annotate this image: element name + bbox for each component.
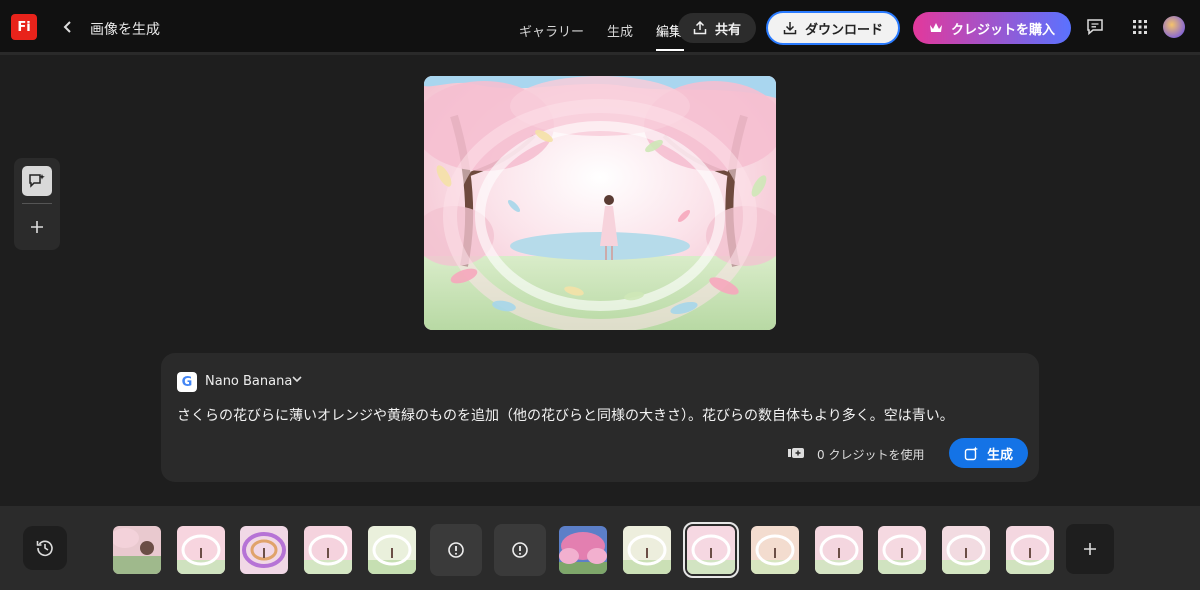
thumbnail-1[interactable] [113, 526, 161, 574]
feedback-button[interactable] [1084, 16, 1106, 38]
thumbnail-8-selected[interactable] [683, 522, 739, 578]
model-selector[interactable]: Nano Banana [205, 374, 292, 389]
thumbnail-10[interactable] [815, 526, 863, 574]
prompt-input[interactable]: さくらの花びらに薄いオレンジや黄緑のものを追加（他の花びらと同様の大きさ）。花び… [177, 405, 954, 425]
add-tool-button[interactable] [22, 212, 52, 242]
thumbnail-2[interactable] [177, 526, 225, 574]
thumbnail-5[interactable] [368, 526, 416, 574]
thumbnail-7[interactable] [623, 526, 671, 574]
top-bar: Fi 画像を生成 ギャラリー 生成 編集 共有 ダウンロード クレジットを購入 [0, 0, 1200, 55]
download-icon [783, 22, 797, 35]
upload-icon [693, 21, 707, 35]
apps-button[interactable] [1129, 16, 1151, 38]
side-tool-panel [14, 158, 60, 250]
thumbnail-6[interactable] [559, 526, 607, 574]
alert-circle-icon [448, 542, 464, 558]
buy-credits-button[interactable]: クレジットを購入 [913, 12, 1071, 44]
chat-sparkle-icon [29, 174, 45, 188]
thumbnail-4[interactable] [304, 526, 352, 574]
prompt-tool-button[interactable] [22, 166, 52, 196]
back-button[interactable] [58, 16, 78, 38]
thumbnail-9[interactable] [751, 526, 799, 574]
generate-label: 生成 [986, 447, 1013, 463]
page-title: 画像を生成 [90, 22, 160, 38]
user-avatar[interactable] [1163, 16, 1185, 38]
generated-image[interactable] [424, 76, 776, 330]
plus-icon [1084, 543, 1096, 555]
active-tab-indicator [656, 49, 684, 51]
credits-icon [787, 445, 805, 459]
grid-icon [1133, 20, 1147, 34]
google-icon: G [177, 372, 197, 392]
thumbnail-error-1[interactable] [430, 524, 482, 576]
tab-generate[interactable]: 生成 [607, 21, 633, 40]
thumbnail-13[interactable] [1006, 526, 1054, 574]
tab-gallery[interactable]: ギャラリー [519, 21, 584, 40]
credits-usage-text: 0 クレジットを使用 [817, 448, 925, 462]
add-generation-button[interactable] [1066, 524, 1114, 574]
crown-icon [929, 23, 942, 32]
share-label: 共有 [714, 22, 741, 38]
cherry-blossom-artwork [424, 76, 776, 330]
tool-divider [22, 203, 52, 204]
thumbnail-12[interactable] [942, 526, 990, 574]
thumbnail-error-2[interactable] [494, 524, 546, 576]
generate-sparkle-icon [964, 446, 978, 460]
history-filmstrip [0, 506, 1200, 590]
buy-credits-label: クレジットを購入 [950, 22, 1055, 38]
share-button[interactable]: 共有 [678, 13, 756, 43]
download-label: ダウンロード [804, 22, 883, 38]
chevron-left-icon [63, 21, 71, 33]
generate-button[interactable]: 生成 [949, 438, 1028, 468]
chat-bubble-icon [1087, 19, 1103, 36]
alert-circle-icon [512, 542, 528, 558]
prompt-panel: G Nano Banana さくらの花びらに薄いオレンジや黄緑のものを追加（他の… [161, 353, 1039, 482]
history-icon [36, 540, 53, 557]
thumbnail-3[interactable] [240, 526, 288, 574]
thumbnail-11[interactable] [878, 526, 926, 574]
download-button[interactable]: ダウンロード [766, 11, 900, 45]
chevron-down-icon[interactable] [291, 373, 303, 388]
app-logo[interactable]: Fi [11, 14, 37, 40]
history-button[interactable] [23, 526, 67, 570]
plus-icon [31, 221, 43, 233]
